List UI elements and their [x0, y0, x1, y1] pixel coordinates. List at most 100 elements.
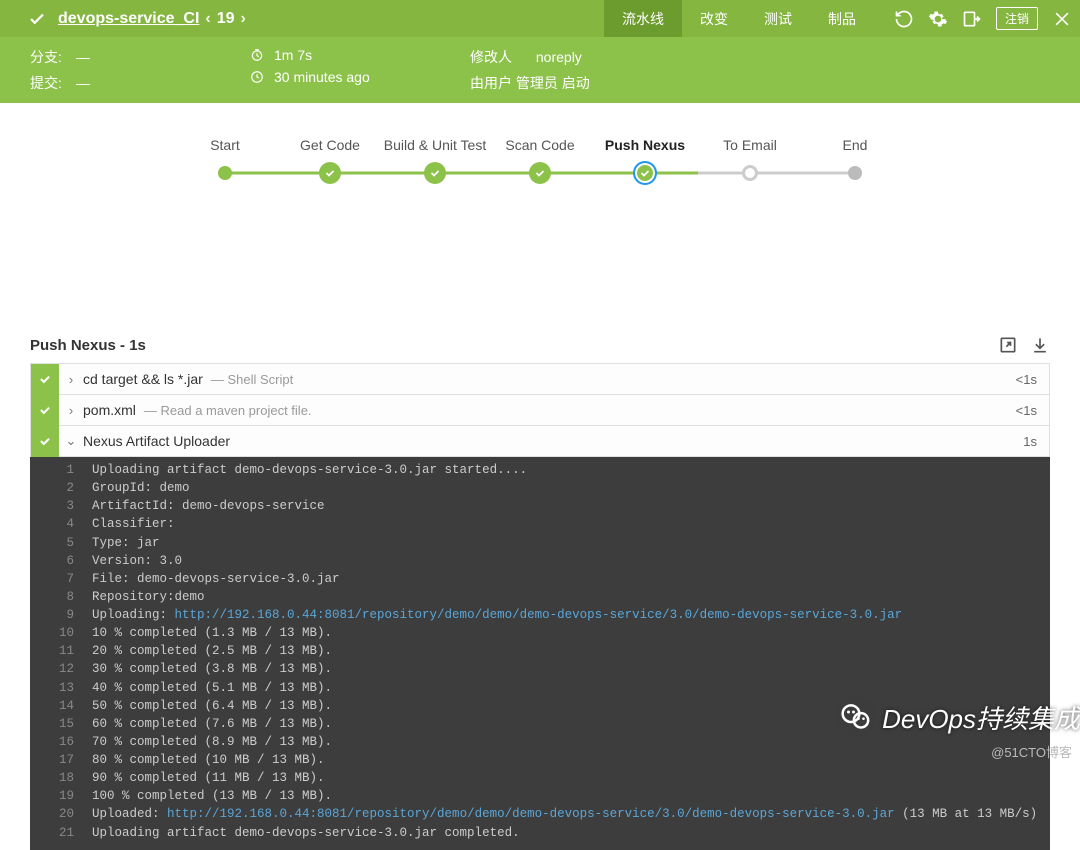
step-status-icon [31, 426, 59, 457]
line-text: Uploading: http://192.168.0.44:8081/repo… [92, 606, 902, 624]
tab-changes[interactable]: 改变 [682, 0, 746, 37]
stage-label: Get Code [300, 137, 360, 153]
line-text: 10 % completed (1.3 MB / 13 MB). [92, 624, 332, 642]
stage-label: Push Nexus [605, 137, 685, 153]
line-text: 100 % completed (13 MB / 13 MB). [92, 787, 332, 805]
console-line: 3 ArtifactId: demo-devops-service [30, 497, 1050, 515]
stage-end[interactable]: End [803, 137, 908, 185]
console-line: 16 70 % completed (8.9 MB / 13 MB). [30, 733, 1050, 751]
console-line: 18 90 % completed (11 MB / 13 MB). [30, 769, 1050, 787]
console-output: 1 Uploading artifact demo-devops-service-… [30, 457, 1050, 850]
step-row[interactable]: ›pom.xml — Read a maven project file. <1s [31, 395, 1049, 426]
tab-tests[interactable]: 测试 [746, 0, 810, 37]
branch-label: 分支: [30, 47, 66, 67]
line-text: 80 % completed (10 MB / 13 MB). [92, 751, 325, 769]
step-row[interactable]: ›cd target && ls *.jar— Shell Script<1s [31, 364, 1049, 395]
stage-scan-code[interactable]: Scan Code [488, 137, 593, 185]
step-duration: <1s [1016, 403, 1037, 418]
console-line: 10 10 % completed (1.3 MB / 13 MB). [30, 624, 1050, 642]
console-line: 1120 % completed (2.5 MB / 13 MB). [30, 642, 1050, 660]
step-name: Nexus Artifact Uploader [83, 433, 230, 449]
stage-build-unit-test[interactable]: Build & Unit Test [383, 137, 488, 185]
chevron-right-icon[interactable]: › [241, 10, 246, 28]
chevron-right-icon[interactable]: › [59, 403, 83, 418]
age-value: 30 minutes ago [274, 69, 370, 85]
step-name: pom.xml [83, 402, 136, 418]
line-number: 7 [40, 570, 74, 588]
line-text: Uploading artifact demo-devops-service-3… [92, 461, 527, 479]
line-text: Classifier: [92, 515, 175, 533]
line-number: 1 [40, 461, 74, 479]
console-line: 19 100 % completed (13 MB / 13 MB). [30, 787, 1050, 805]
stage-to-email[interactable]: To Email [698, 137, 803, 185]
open-external-icon[interactable] [998, 335, 1018, 355]
line-text: 90 % completed (11 MB / 13 MB). [92, 769, 325, 787]
step-duration: 1s [1023, 434, 1037, 449]
stage-start[interactable]: Start [173, 137, 278, 185]
step-duration: <1s [1016, 372, 1037, 387]
gear-icon[interactable] [928, 9, 948, 29]
line-number: 10 [40, 624, 74, 642]
line-text: 60 % completed (7.6 MB / 13 MB). [92, 715, 332, 733]
rerun-icon[interactable] [894, 9, 914, 29]
line-text: Uploading artifact demo-devops-service-3… [92, 824, 520, 842]
line-text: 50 % completed (6.4 MB / 13 MB). [92, 697, 332, 715]
stage-header: Push Nexus - 1s [0, 325, 1080, 363]
line-number: 5 [40, 534, 74, 552]
console-line: 7 File: demo-devops-service-3.0.jar [30, 570, 1050, 588]
logout-button[interactable]: 注销 [996, 7, 1038, 30]
header-bar: devops-service_CI ‹ 19 › 流水线 改变 测试 制品 注销 [0, 0, 1080, 37]
line-number: 16 [40, 733, 74, 751]
line-text: Version: 3.0 [92, 552, 182, 570]
line-number: 4 [40, 515, 74, 533]
step-name: cd target && ls *.jar [83, 371, 203, 387]
console-line: 15 60 % completed (7.6 MB / 13 MB). [30, 715, 1050, 733]
line-number: 11 [40, 642, 74, 660]
changed-by-value: noreply [536, 49, 582, 65]
attribution: @51CTO博客 [991, 742, 1072, 761]
line-text: 70 % completed (8.9 MB / 13 MB). [92, 733, 332, 751]
stage-label: Scan Code [505, 137, 574, 153]
close-icon[interactable] [1052, 9, 1072, 29]
started-by: 由用户 管理员 启动 [470, 73, 590, 93]
chevron-left-icon[interactable]: ‹ [205, 10, 210, 28]
breadcrumb: devops-service_CI ‹ 19 › [58, 10, 604, 28]
line-number: 17 [40, 751, 74, 769]
console-line: 4 Classifier: [30, 515, 1050, 533]
chevron-right-icon[interactable]: › [59, 372, 83, 387]
line-text: ArtifactId: demo-devops-service [92, 497, 325, 515]
header-actions: 注销 [894, 7, 1072, 30]
stage-label: Start [210, 137, 240, 153]
line-text: Uploaded: http://192.168.0.44:8081/repos… [92, 805, 1037, 823]
meta-bar: 分支:— 提交:— 1m 7s 30 minutes ago 修改人 norep… [0, 37, 1080, 103]
console-line: 2GroupId: demo [30, 479, 1050, 497]
step-status-icon [31, 364, 59, 395]
download-icon[interactable] [1030, 335, 1050, 355]
line-number: 15 [40, 715, 74, 733]
pipeline-graph: Start Get Code Build & Unit Test Scan Code P… [0, 103, 1080, 205]
job-name-link[interactable]: devops-service_CI [58, 10, 199, 28]
line-number: 3 [40, 497, 74, 515]
steps-list: ›cd target && ls *.jar— Shell Script<1s›… [30, 363, 1050, 457]
console-line: 17 80 % completed (10 MB / 13 MB). [30, 751, 1050, 769]
line-number: 18 [40, 769, 74, 787]
stage-get-code[interactable]: Get Code [278, 137, 383, 185]
console-line: 9Uploading: http://192.168.0.44:8081/rep… [30, 606, 1050, 624]
tab-pipeline[interactable]: 流水线 [604, 0, 682, 37]
tab-artifacts[interactable]: 制品 [810, 0, 874, 37]
console-line: 1450 % completed (6.4 MB / 13 MB). [30, 697, 1050, 715]
line-number: 19 [40, 787, 74, 805]
line-number: 8 [40, 588, 74, 606]
line-number: 20 [40, 805, 74, 823]
stage-push-nexus[interactable]: Push Nexus [593, 137, 698, 185]
line-text: 30 % completed (3.8 MB / 13 MB). [92, 660, 332, 678]
exit-icon[interactable] [962, 9, 982, 29]
line-text: File: demo-devops-service-3.0.jar [92, 570, 340, 588]
console-line: 1 Uploading artifact demo-devops-service-… [30, 461, 1050, 479]
step-desc: — Read a maven project file. [144, 403, 312, 418]
branch-value: — [76, 49, 90, 65]
stage-label: Build & Unit Test [384, 137, 486, 153]
line-text: Type: jar [92, 534, 160, 552]
step-row[interactable]: ⌄Nexus Artifact Uploader 1s [31, 426, 1049, 457]
chevron-down-icon[interactable]: ⌄ [59, 433, 83, 449]
